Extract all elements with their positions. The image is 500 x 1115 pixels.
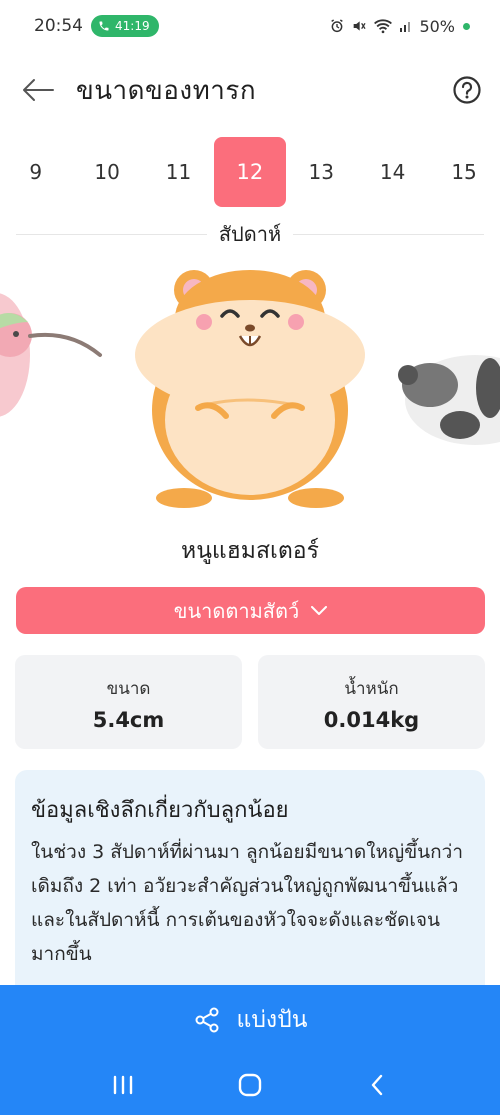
status-time: 20:54: [34, 16, 83, 36]
recent-apps-button[interactable]: [103, 1065, 143, 1105]
page-title: ขนาดของทารก: [76, 75, 257, 106]
wifi-icon: [374, 19, 393, 34]
ongoing-call-pill[interactable]: 41:19: [91, 15, 159, 37]
battery-percent: 50%: [419, 16, 455, 36]
week-item-11[interactable]: 11: [143, 136, 214, 208]
insight-title: ข้อมูลเชิงลึกเกี่ยวกับลูกน้อย: [31, 798, 289, 823]
alarm-icon: [331, 19, 344, 33]
status-bar: 20:54 41:19 50%: [0, 0, 500, 52]
hummingbird-illustration: [0, 293, 102, 417]
hamster-illustration: [135, 270, 365, 508]
home-button[interactable]: [230, 1065, 270, 1105]
battery-icon: [463, 22, 470, 30]
panda-illustration: [398, 355, 500, 445]
animal-name: หนูแฮมสเตอร์: [181, 538, 319, 564]
recent-apps-icon: [114, 1075, 133, 1095]
signal-icon: [400, 22, 411, 32]
size-label: ขนาด: [106, 679, 151, 699]
week-caption: สัปดาห์: [0, 218, 500, 250]
weight-value: 0.014kg: [323, 708, 420, 732]
week-item-15[interactable]: 15: [428, 136, 499, 208]
question-circle-icon: [453, 76, 481, 104]
week-item-13[interactable]: 13: [286, 136, 357, 208]
week-item-10[interactable]: 10: [71, 136, 142, 208]
mute-icon: [354, 21, 367, 31]
size-value: 5.4cm: [92, 708, 165, 732]
week-item-14[interactable]: 14: [357, 136, 428, 208]
arrow-left-icon: [23, 79, 54, 101]
share-label: แบ่งปัน: [236, 1007, 308, 1033]
baby-insight-card: ข้อมูลเชิงลึกเกี่ยวกับลูกน้อย ในช่วง 3 ส…: [15, 770, 485, 1000]
home-icon: [238, 1073, 262, 1097]
chevron-down-icon: [311, 605, 328, 615]
insight-body: ในช่วง 3 สัปดาห์ที่ผ่านมา ลูกน้อยมีขนาดใ…: [31, 841, 464, 965]
animal-carousel[interactable]: [0, 260, 500, 520]
size-comparison-dropdown[interactable]: ขนาดตามสัตว์: [16, 587, 485, 634]
status-icons: 50%: [329, 17, 470, 36]
help-button[interactable]: [452, 75, 482, 105]
size-stat-card: ขนาด 5.4cm: [15, 655, 242, 749]
chevron-left-icon: [371, 1074, 382, 1096]
app-header: ขนาดของทารก: [0, 60, 500, 120]
weight-label: น้ำหนัก: [344, 679, 399, 699]
share-icon: [195, 1007, 218, 1033]
size-dropdown-label: ขนาดตามสัตว์: [173, 598, 300, 623]
call-duration: 41:19: [115, 19, 150, 33]
system-nav-bar: [0, 1055, 500, 1115]
back-nav-button[interactable]: [357, 1065, 397, 1105]
week-item-12-selected[interactable]: 12: [214, 136, 286, 208]
week-selector: 9 10 11 12 13 14 15: [0, 136, 500, 208]
weight-stat-card: น้ำหนัก 0.014kg: [258, 655, 485, 749]
week-item-9[interactable]: 9: [0, 136, 71, 208]
phone-icon: [99, 21, 109, 31]
back-button[interactable]: [0, 60, 76, 120]
share-button[interactable]: แบ่งปัน: [0, 985, 500, 1055]
